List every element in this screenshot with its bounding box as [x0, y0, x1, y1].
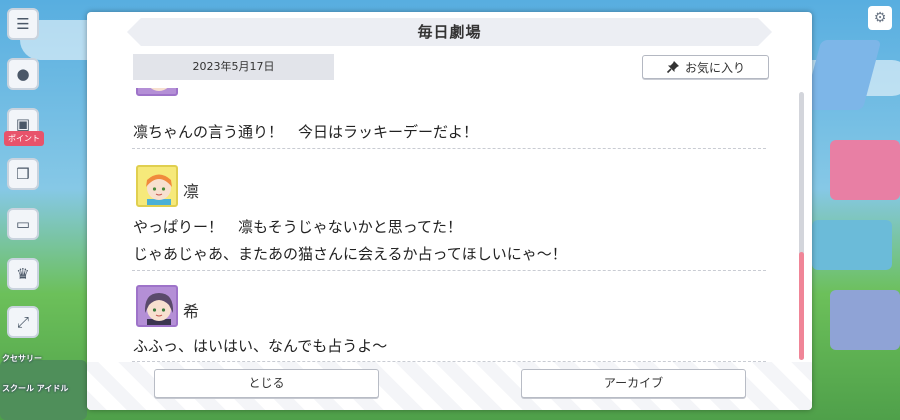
avatar-partial: [136, 88, 178, 96]
dialog-header: 毎日劇場: [127, 18, 772, 46]
avatar-nozomi: [136, 285, 178, 327]
side-button-4[interactable]: ❒: [7, 158, 39, 190]
divider: [132, 148, 766, 149]
gear-icon: ⚙: [873, 10, 887, 26]
accessory-label: クセサリー: [2, 354, 42, 363]
scrollbar-thumb[interactable]: [799, 252, 804, 360]
favorite-label: お気に入り: [684, 60, 745, 75]
scrollbar[interactable]: [799, 92, 804, 360]
event-tag: ポイント: [4, 131, 44, 146]
avatar-rin: [136, 165, 178, 207]
speaker-name: 希: [183, 302, 200, 321]
conversation-scroll-area[interactable]: 凛ちゃんの言う通り！ 今日はラッキーデーだよ！ 凛 やっぱりー！ 凛もそうじゃな…: [87, 88, 812, 362]
side-button-7[interactable]: ⤢: [7, 306, 39, 338]
gift-icon: ❒: [16, 165, 30, 183]
dialogue-line: 凛ちゃんの言う通り！ 今日はラッキーデーだよ！: [133, 123, 479, 141]
chat-icon: ●: [16, 65, 30, 83]
side-button-5[interactable]: ▭: [7, 208, 39, 240]
close-button[interactable]: とじる: [154, 369, 379, 398]
school-idol-label: スクール アイドル: [2, 384, 69, 393]
menu-button[interactable]: ☰: [7, 8, 39, 40]
archive-button[interactable]: アーカイブ: [521, 369, 746, 398]
pin-icon: [666, 61, 679, 74]
dialog-title: 毎日劇場: [417, 23, 482, 41]
hamburger-icon: ☰: [16, 15, 30, 33]
favorite-button[interactable]: お気に入り: [642, 55, 769, 79]
divider: [132, 270, 766, 271]
date-text: 2023年5月17日: [192, 60, 275, 73]
side-button-6[interactable]: ♛: [7, 258, 39, 290]
dialogue-line: じゃあじゃあ、またあの猫さんに会えるか占ってほしいにゃ～！: [133, 245, 567, 263]
dialogue-line: ふふっ、はいはい、なんでも占うよ～: [133, 337, 388, 355]
settings-button[interactable]: ⚙: [868, 6, 892, 30]
trophy-icon: ♛: [16, 265, 30, 283]
expand-icon: ⤢: [16, 313, 29, 331]
daily-theater-dialog: 毎日劇場 2023年5月17日 お気に入り 凛ちゃんの言う通り！ 今日はラッキー…: [87, 12, 812, 410]
speaker-name: 凛: [183, 182, 200, 201]
date-bar: 2023年5月17日: [133, 54, 334, 80]
monitor-icon: ▭: [15, 215, 31, 233]
side-button-2[interactable]: ●: [7, 58, 39, 90]
dialogue-line: やっぱりー！ 凛もそうじゃないかと思ってた！: [133, 218, 462, 236]
